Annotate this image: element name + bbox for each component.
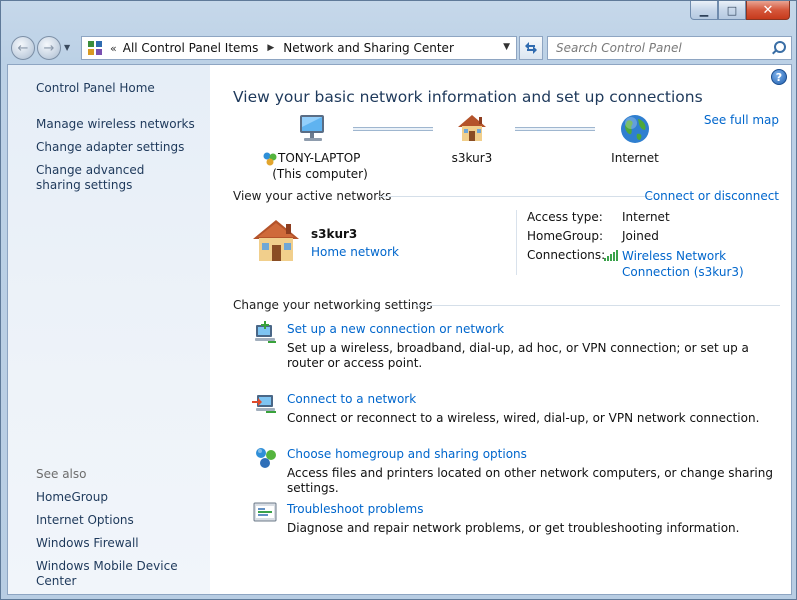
search-input[interactable] [556,41,756,55]
homegroup-label: HomeGroup: [527,229,604,243]
access-type-label: Access type: [527,210,603,224]
active-networks-heading: View your active networks [233,189,392,203]
networking-settings-heading: Change your networking settings [233,298,433,312]
content-area: Control Panel Home Manage wireless netwo… [7,64,792,595]
connections-label: Connections: [527,248,606,262]
main-panel: ? View your basic network information an… [210,65,791,594]
troubleshoot-problems-desc: Diagnose and repair network problems, or… [287,521,740,535]
computer-name-label: TONY-LAPTOP [278,151,361,165]
new-connection-icon [255,321,276,343]
homegroup-sharing-options-link[interactable]: Choose homegroup and sharing options [287,447,527,461]
address-dropdown-icon[interactable]: ▼ [503,42,510,52]
sidebar: Control Panel Home Manage wireless netwo… [8,65,210,594]
set-up-new-connection-desc: Set up a wireless, broadband, dial-up, a… [287,341,749,370]
breadcrumb-all-control-panel-items[interactable]: All Control Panel Items [123,41,259,55]
caption-buttons: ▁ □ ✕ [690,1,790,20]
see-full-map-link[interactable]: See full map [704,113,779,127]
computer-icon[interactable] [297,113,331,145]
homegroup-icon [263,152,277,166]
sidebar-internet-options[interactable]: Internet Options [36,513,206,528]
access-type-value: Internet [622,210,670,224]
troubleshoot-problems-link[interactable]: Troubleshoot problems [287,502,423,516]
page-title: View your basic network information and … [233,88,703,106]
window: ▁ □ ✕ ← → ▼ « All Control Panel Items ▶ … [0,0,797,600]
connect-network-icon [252,395,276,413]
connect-to-network-desc: Connect or reconnect to a wireless, wire… [287,411,760,425]
homegroup-sharing-options-desc: Access files and printers located on oth… [287,466,773,495]
breadcrumb-overflow-chevron[interactable]: « [110,42,117,55]
active-network-name: s3kur3 [311,227,358,241]
internet-node-label: Internet [611,151,659,165]
minimize-button[interactable]: ▁ [690,1,718,20]
sidebar-manage-wireless-networks[interactable]: Manage wireless networks [36,117,206,132]
wireless-signal-icon [604,250,618,261]
address-bar[interactable]: « All Control Panel Items ▶ Network and … [81,36,517,60]
breadcrumb-separator-icon[interactable]: ▶ [267,43,274,53]
see-also-heading: See also [36,467,87,481]
home-network-icon[interactable] [455,111,489,145]
forward-arrow-icon: → [43,40,55,56]
help-icon[interactable]: ? [771,69,787,85]
sidebar-windows-mobile-device-center[interactable]: Windows Mobile Device Center [36,559,206,589]
troubleshoot-icon [253,502,277,522]
connect-to-network-link[interactable]: Connect to a network [287,392,416,406]
forward-button[interactable]: → [37,36,61,60]
navigation-bar: ← → ▼ « All Control Panel Items ▶ Networ… [7,33,792,61]
homegroup-joined-link[interactable]: Joined [622,229,659,243]
set-up-new-connection-link[interactable]: Set up a new connection or network [287,322,504,336]
network-type-link[interactable]: Home network [311,245,399,259]
recent-pages-dropdown[interactable]: ▼ [64,43,70,52]
control-panel-icon [88,41,102,55]
search-icon[interactable] [771,41,786,55]
internet-globe-icon[interactable] [619,113,651,145]
back-button[interactable]: ← [11,36,35,60]
map-link-line [353,127,433,131]
sidebar-change-adapter-settings[interactable]: Change adapter settings [36,140,206,155]
connect-or-disconnect-link[interactable]: Connect or disconnect [644,189,779,203]
this-computer-label: (This computer) [272,167,368,181]
back-arrow-icon: ← [17,40,29,56]
maximize-button[interactable]: □ [718,1,746,20]
close-button[interactable]: ✕ [746,1,790,20]
sidebar-control-panel-home[interactable]: Control Panel Home [36,81,206,96]
refresh-icon [525,42,537,54]
sidebar-homegroup[interactable]: HomeGroup [36,490,206,505]
section-divider [378,196,652,197]
refresh-button[interactable] [519,36,543,60]
home-network-icon [253,220,299,261]
breadcrumb-network-and-sharing-center[interactable]: Network and Sharing Center [283,41,454,55]
wireless-connection-link[interactable]: Wireless Network Connection (s3kur3) [622,248,787,280]
vertical-divider [516,210,517,275]
map-link-line [515,127,595,131]
homegroup-options-icon [256,448,276,468]
sidebar-change-advanced-sharing[interactable]: Change advanced sharing settings [36,163,186,193]
sidebar-windows-firewall[interactable]: Windows Firewall [36,536,206,551]
network-node-label: s3kur3 [451,151,493,165]
search-box[interactable] [547,36,792,60]
section-divider [415,305,780,306]
